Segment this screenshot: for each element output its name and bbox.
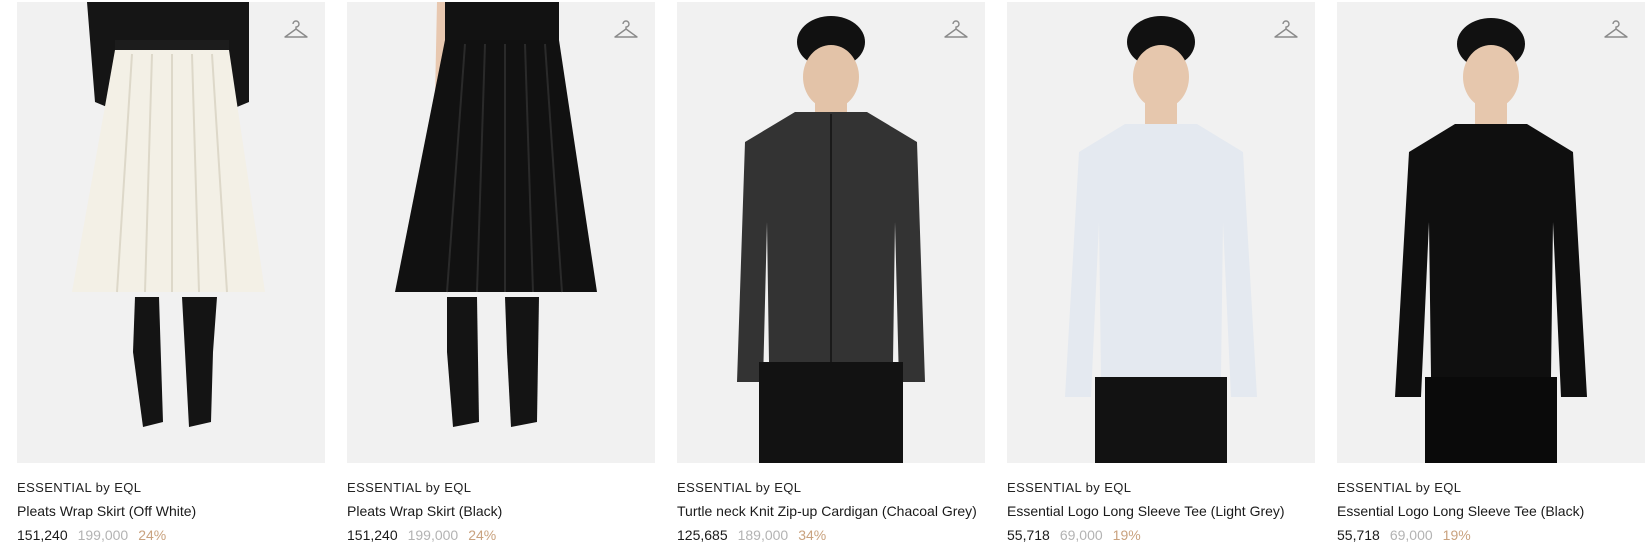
hanger-icon[interactable]	[1603, 18, 1629, 42]
product-card[interactable]: ESSENTIAL by EQL Essential Logo Long Sle…	[1007, 2, 1315, 543]
product-name[interactable]: Turtle neck Knit Zip-up Cardigan (Chacoa…	[677, 503, 985, 519]
product-brand: ESSENTIAL by EQL	[1007, 480, 1132, 495]
product-brand: ESSENTIAL by EQL	[677, 480, 802, 495]
discount-rate: 34%	[798, 527, 827, 543]
discount-rate: 24%	[468, 527, 497, 543]
product-image[interactable]	[1337, 2, 1645, 463]
original-price: 199,000	[407, 527, 459, 543]
product-image[interactable]	[677, 2, 985, 463]
product-name[interactable]: Pleats Wrap Skirt (Off White)	[17, 503, 325, 519]
sale-price: 151,240	[17, 527, 68, 543]
discount-rate: 24%	[138, 527, 167, 543]
sale-price: 55,718	[1337, 527, 1380, 543]
product-card[interactable]: ESSENTIAL by EQL Pleats Wrap Skirt (Blac…	[347, 2, 655, 543]
original-price: 199,000	[77, 527, 129, 543]
product-card[interactable]: ESSENTIAL by EQL Turtle neck Knit Zip-up…	[677, 2, 985, 543]
sale-price: 55,718	[1007, 527, 1050, 543]
discount-rate: 19%	[1442, 527, 1471, 543]
product-brand: ESSENTIAL by EQL	[347, 480, 472, 495]
cardigan-photo	[737, 16, 925, 463]
product-card[interactable]: ESSENTIAL by EQL Pleats Wrap Skirt (Off …	[17, 2, 325, 543]
original-price: 69,000	[1389, 527, 1433, 543]
original-price: 189,000	[737, 527, 789, 543]
sale-price: 125,685	[677, 527, 728, 543]
hanger-icon[interactable]	[283, 18, 309, 42]
tee-photo	[1065, 16, 1257, 463]
product-image[interactable]	[1007, 2, 1315, 463]
product-card[interactable]: ESSENTIAL by EQL Essential Logo Long Sle…	[1337, 2, 1645, 543]
product-name[interactable]: Essential Logo Long Sleeve Tee (Black)	[1337, 503, 1645, 519]
sale-price: 151,240	[347, 527, 398, 543]
hanger-icon[interactable]	[943, 18, 969, 42]
tee-photo	[1395, 18, 1587, 463]
product-image[interactable]	[17, 2, 325, 463]
product-grid: ESSENTIAL by EQL Pleats Wrap Skirt (Off …	[17, 2, 1645, 543]
hanger-icon[interactable]	[613, 18, 639, 42]
product-name[interactable]: Essential Logo Long Sleeve Tee (Light Gr…	[1007, 503, 1315, 519]
original-price: 69,000	[1059, 527, 1103, 543]
product-brand: ESSENTIAL by EQL	[1337, 480, 1462, 495]
product-name[interactable]: Pleats Wrap Skirt (Black)	[347, 503, 655, 519]
skirt-photo	[395, 2, 597, 427]
price-row: 55,718 69,000 19%	[1007, 527, 1315, 543]
price-row: 125,685 189,000 34%	[677, 527, 985, 543]
product-image[interactable]	[347, 2, 655, 463]
discount-rate: 19%	[1112, 527, 1141, 543]
price-row: 55,718 69,000 19%	[1337, 527, 1645, 543]
hanger-icon[interactable]	[1273, 18, 1299, 42]
price-row: 151,240 199,000 24%	[17, 527, 325, 543]
product-brand: ESSENTIAL by EQL	[17, 480, 142, 495]
price-row: 151,240 199,000 24%	[347, 527, 655, 543]
skirt-photo	[72, 2, 265, 427]
